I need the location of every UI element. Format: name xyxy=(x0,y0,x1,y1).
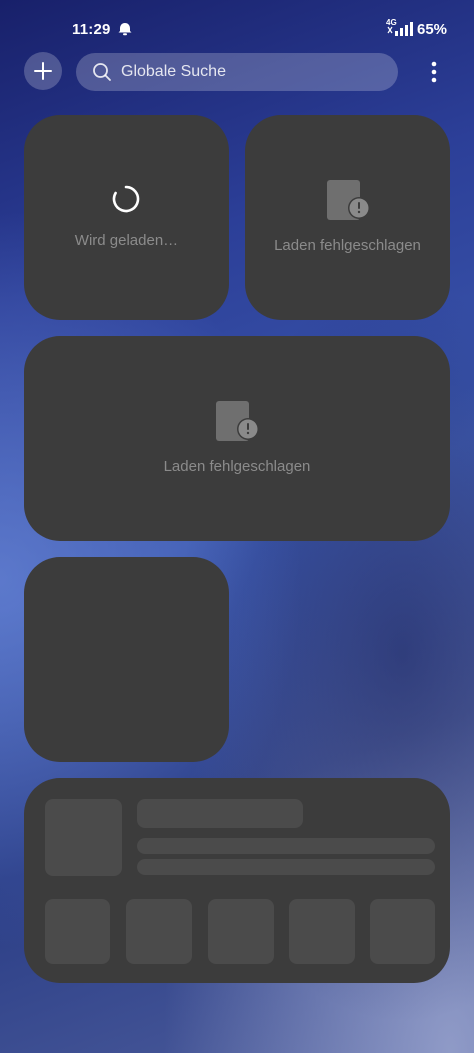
status-bar: 11:29 4G 65% xyxy=(0,0,474,56)
failed-label-wide: Laden fehlgeschlagen xyxy=(163,458,311,475)
search-icon xyxy=(93,63,111,81)
status-time: 11:29 xyxy=(72,21,111,38)
skeleton-tile xyxy=(126,899,192,964)
more-options-button[interactable] xyxy=(424,58,444,86)
add-widget-button[interactable] xyxy=(24,52,62,90)
skeleton-tile xyxy=(45,899,110,964)
widget-empty[interactable] xyxy=(24,557,229,762)
skeleton-thumbnail xyxy=(45,799,122,876)
skeleton-line xyxy=(137,838,435,854)
failed-label-small: Laden fehlgeschlagen xyxy=(274,237,421,254)
plus-icon xyxy=(34,62,52,80)
more-vert-icon xyxy=(431,61,437,83)
signal-icon xyxy=(387,22,413,36)
search-input[interactable]: Globale Suche xyxy=(76,53,398,91)
signal-indicator: 4G xyxy=(386,18,414,38)
skeleton-line xyxy=(137,859,435,875)
widget-failed-small[interactable]: Laden fehlgeschlagen xyxy=(245,115,450,320)
skeleton-tile xyxy=(289,899,355,964)
battery-level: 65% xyxy=(417,21,448,38)
skeleton-tile xyxy=(208,899,274,964)
document-error-icon xyxy=(327,180,370,220)
widget-skeleton[interactable] xyxy=(24,778,450,983)
document-error-icon xyxy=(216,401,259,441)
search-placeholder: Globale Suche xyxy=(121,63,226,80)
skeleton-tile xyxy=(370,899,435,964)
widget-loading[interactable]: Wird geladen… xyxy=(24,115,229,320)
skeleton-title xyxy=(137,799,303,828)
bell-icon xyxy=(118,23,132,36)
loading-label: Wird geladen… xyxy=(74,232,179,249)
loading-spinner-icon xyxy=(112,185,140,213)
widget-failed-wide[interactable]: Laden fehlgeschlagen xyxy=(24,336,450,541)
